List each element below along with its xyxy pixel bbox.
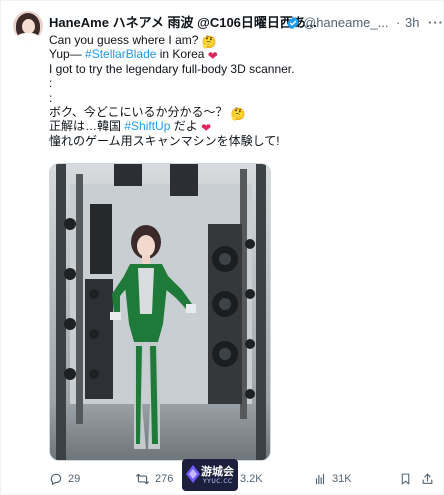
scanner-photo-image [50,164,270,460]
text-line-2: Yup— #StellarBlade in Korea ❤ [49,47,435,63]
site-watermark: 游城会 YYUC.CC [182,459,238,491]
avatar[interactable] [13,11,43,41]
text-line-8: 憧れのゲーム用スキャンマシンを体験して! [49,133,280,148]
views-count: 31K [332,473,352,485]
timestamp[interactable]: 3h [405,14,419,32]
line-2-prefix: Yup— [49,47,86,62]
avatar-face [22,19,35,34]
display-name[interactable]: HaneAme ハネアメ 雨波 @C106日曜日西あ... [49,14,317,32]
reply-icon [50,473,62,486]
watermark-text: 游城会 [201,465,234,478]
retweet-button[interactable]: 276 [135,469,173,489]
share-icon [422,473,433,484]
line-1-text: Can you guess where I am? [49,33,199,47]
views-chart-icon [315,473,325,485]
text-line-4: : [49,76,53,91]
reply-count: 29 [68,473,81,485]
tweet-photo[interactable] [49,163,271,461]
text-line-7: 正解は…韓国 #ShiftUp だよ ❤ [49,119,435,135]
action-bar: 29 276 3.2K 31K [49,469,435,489]
line-7-suffix: だよ [170,119,198,134]
watermark-logo-icon [186,465,200,483]
tweet-text: Can you guess where I am? 🤔 Yup— #Stella… [49,33,435,148]
tweet-card[interactable]: HaneAme ハネアメ 雨波 @C106日曜日西あ... @haneame_.… [0,0,444,495]
like-count: 3.2K [240,473,263,485]
line-2-suffix: in Korea [156,47,205,62]
text-line-5: : [49,90,53,105]
bookmark-icon [401,473,410,485]
hashtag-shiftup[interactable]: #ShiftUp [124,119,170,133]
line-6-text: ボク、今どこにいるか分かる～？ [49,104,228,119]
text-line-3: I got to try the legendary full-body 3D … [49,61,295,76]
views-button[interactable]: 31K [313,469,352,489]
text-line-6: ボク、今どこにいるか分かる～？ 🤔 [49,104,435,121]
tweet-header: HaneAme ハネアメ 雨波 @C106日曜日西あ... @haneame_.… [49,14,443,32]
avatar-body [17,33,39,41]
more-options-icon[interactable]: ··· [428,14,444,32]
share-button[interactable] [421,469,439,489]
line-7-prefix: 正解は…韓国 [49,119,125,134]
retweet-icon [136,473,149,485]
text-line-1: Can you guess where I am? 🤔 [49,33,435,49]
watermark-subtext: YYUC.CC [203,478,233,485]
hashtag-stellarblade[interactable]: #StellarBlade [85,47,156,61]
bookmark-button[interactable] [399,469,417,489]
verified-badge-icon [287,16,299,30]
retweet-count: 276 [155,473,174,485]
thinking-emoji-icon: 🤔 [230,106,246,121]
separator-dot: · [396,15,401,30]
handle[interactable]: @haneame_... [303,14,388,32]
reply-button[interactable]: 29 [49,469,80,489]
